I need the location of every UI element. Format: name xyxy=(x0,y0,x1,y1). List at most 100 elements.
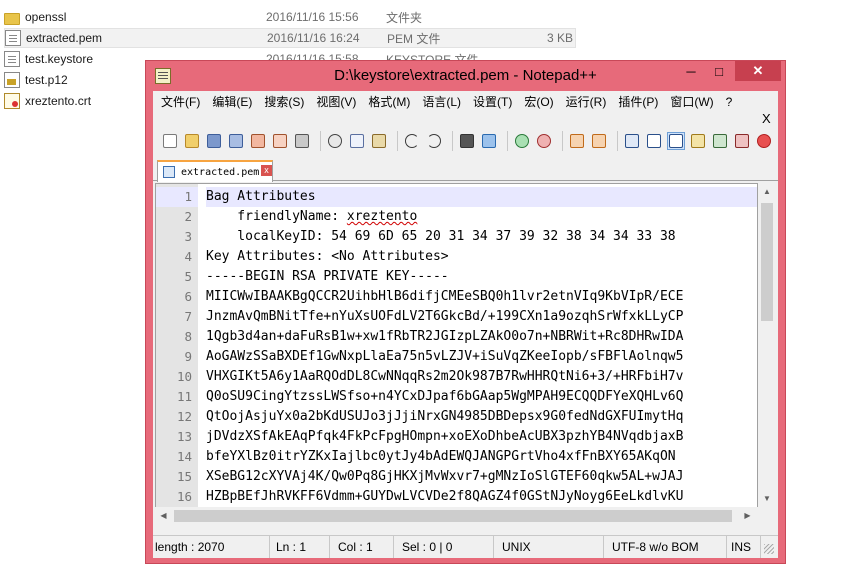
file-row-openssl[interactable]: openssl 2016/11/16 15:56 文件夹 xyxy=(4,7,576,27)
menu-plugins[interactable]: 插件(P) xyxy=(612,91,664,113)
folder-icon xyxy=(4,13,20,25)
cut-icon[interactable] xyxy=(326,132,344,150)
zoom-in-icon[interactable] xyxy=(513,132,531,150)
file-type: PEM 文件 xyxy=(387,31,441,46)
redo-icon[interactable] xyxy=(425,132,443,150)
document-map-icon[interactable] xyxy=(689,132,707,150)
close-icon[interactable] xyxy=(249,132,267,150)
menu-file[interactable]: 文件(F) xyxy=(155,91,206,113)
code-line[interactable]: MIICWwIBAAKBgQCCR2UihbHlB6difjCMEeSBQ0h1… xyxy=(206,287,683,307)
code-line[interactable]: QtOojAsjuYx0a2bKdUSUJo3jJjiNrxGN4985DBDe… xyxy=(206,407,683,427)
status-encoding[interactable]: UTF-8 w/o BOM xyxy=(604,536,727,558)
save-icon[interactable] xyxy=(205,132,223,150)
save-status-icon xyxy=(163,166,175,178)
status-length: length : 2070 xyxy=(153,536,270,558)
close-document-button[interactable]: X xyxy=(762,111,771,126)
menu-view[interactable]: 视图(V) xyxy=(310,91,362,113)
find-icon[interactable] xyxy=(458,132,476,150)
p12-icon xyxy=(4,72,20,88)
tab-label: extracted.pem xyxy=(181,166,260,178)
status-column: Col : 1 xyxy=(330,536,394,558)
file-type: 文件夹 xyxy=(386,10,423,25)
close-window-button[interactable]: ✕ xyxy=(735,61,781,81)
menu-bar: 文件(F) 编辑(E) 搜索(S) 视图(V) 格式(M) 语言(L) 设置(T… xyxy=(153,91,778,113)
menu-edit[interactable]: 编辑(E) xyxy=(206,91,258,113)
scroll-thumb[interactable] xyxy=(174,510,732,522)
menu-settings[interactable]: 设置(T) xyxy=(467,91,518,113)
zoom-out-icon[interactable] xyxy=(535,132,553,150)
file-row-extracted-pem[interactable]: extracted.pem 2016/11/16 16:24 PEM 文件 3 … xyxy=(4,28,576,48)
scroll-left-icon[interactable]: ◀ xyxy=(155,507,172,525)
code-line[interactable]: AoGAWzSSaBXDEf1GwNxpLlaEa75n5vLZJV+iSuVq… xyxy=(206,347,683,367)
copy-icon[interactable] xyxy=(348,132,366,150)
line-number: 2 xyxy=(184,209,192,224)
code-line[interactable]: friendlyName: xreztento xyxy=(206,207,417,227)
toolbar-separator xyxy=(507,131,508,151)
scroll-up-icon[interactable]: ▲ xyxy=(758,183,776,200)
menu-format[interactable]: 格式(M) xyxy=(362,91,416,113)
minimize-button[interactable]: ─ xyxy=(677,61,705,81)
scroll-down-icon[interactable]: ▼ xyxy=(758,490,776,507)
menu-macro[interactable]: 宏(O) xyxy=(518,91,559,113)
undo-icon[interactable] xyxy=(403,132,421,150)
show-all-chars-icon[interactable] xyxy=(645,132,663,150)
save-all-icon[interactable] xyxy=(227,132,245,150)
vertical-scrollbar[interactable]: ▲ ▼ xyxy=(758,183,776,507)
code-line[interactable]: Q0oSU9CingYtzssLWSfso+n4YCxDJpaf6bGAap5W… xyxy=(206,387,683,407)
indent-guide-icon[interactable] xyxy=(667,132,685,150)
code-line[interactable]: jDVdzXSfAkEAqPfqk4FkPcFpgHOmpn+xoEXoDhbe… xyxy=(206,427,683,447)
code-line[interactable]: JnzmAvQmBNitTfe+nYuXsUOFdLV2T6GkcBd/+199… xyxy=(206,307,683,327)
tab-close-button[interactable]: x xyxy=(261,165,272,176)
spellcheck-word: xreztento xyxy=(346,209,418,224)
new-file-icon[interactable] xyxy=(161,132,179,150)
sync-horizontal-icon[interactable] xyxy=(590,132,608,150)
code-line[interactable]: VHXGIKt5A6y1AaRQOdDL8CwNNqqRs2m2Ok987B7R… xyxy=(206,367,683,387)
macro-record-icon[interactable] xyxy=(755,132,773,150)
paste-icon[interactable] xyxy=(370,132,388,150)
title-bar[interactable]: D:\keystore\extracted.pem - Notepad++ ─ … xyxy=(146,61,785,91)
code-line[interactable]: bfeYXlBz0itrYZKxIajlbc0ytJy4bAdEWQJANGPG… xyxy=(206,447,676,467)
close-all-icon[interactable] xyxy=(271,132,289,150)
code-line[interactable]: Bag Attributes xyxy=(206,187,757,207)
tab-extracted-pem[interactable]: extracted.pem x xyxy=(157,160,273,182)
code-line[interactable]: XSeBG12cXYVAj4K/Qw0Pq8GjHKXjMvWxvr7+gMNz… xyxy=(206,467,683,487)
menu-language[interactable]: 语言(L) xyxy=(416,91,467,113)
status-selection: Sel : 0 | 0 xyxy=(394,536,494,558)
notepad-plus-plus-window: D:\keystore\extracted.pem - Notepad++ ─ … xyxy=(145,60,786,564)
line-number: 11 xyxy=(176,389,192,404)
code-line[interactable]: -----BEGIN RSA PRIVATE KEY----- xyxy=(206,267,449,287)
function-list-icon[interactable] xyxy=(711,132,729,150)
line-number-gutter: 1234567891011121314151617 xyxy=(156,184,198,514)
line-number: 7 xyxy=(184,309,192,324)
code-line[interactable]: HZBpBEfJhRVKFF6Vdmm+GUYDwLVCVDe2f8QAGZ4f… xyxy=(206,487,683,507)
menu-search[interactable]: 搜索(S) xyxy=(258,91,310,113)
replace-icon[interactable] xyxy=(480,132,498,150)
code-area[interactable]: Bag Attributes friendlyName: xreztento l… xyxy=(206,184,757,514)
line-number: 3 xyxy=(184,229,192,244)
menu-window[interactable]: 窗口(W) xyxy=(664,91,719,113)
code-line[interactable]: Key Attributes: <No Attributes> xyxy=(206,247,449,267)
code-line[interactable]: 1Qgb3d4an+daFuRsB1w+xw1fRbTR2JGIzpLZAkO0… xyxy=(206,327,683,347)
horizontal-scrollbar[interactable]: ◀ ▶ xyxy=(155,507,758,525)
menu-run[interactable]: 运行(R) xyxy=(560,91,613,113)
word-wrap-icon[interactable] xyxy=(623,132,641,150)
line-number: 6 xyxy=(184,289,192,304)
text-editor[interactable]: 1234567891011121314151617 Bag Attributes… xyxy=(155,183,758,515)
maximize-button[interactable]: □ xyxy=(705,61,733,81)
line-number: 13 xyxy=(176,429,192,444)
scroll-thumb[interactable] xyxy=(761,203,773,321)
status-insert-mode[interactable]: INS xyxy=(727,536,761,558)
toolbar-separator xyxy=(452,131,453,151)
menu-help[interactable]: ? xyxy=(720,91,739,113)
open-file-icon[interactable] xyxy=(183,132,201,150)
scroll-right-icon[interactable]: ▶ xyxy=(739,507,756,525)
code-line[interactable]: localKeyID: 54 69 6D 65 20 31 34 37 39 3… xyxy=(206,227,675,247)
toolbar-separator xyxy=(562,131,563,151)
status-eol[interactable]: UNIX xyxy=(494,536,604,558)
sync-vertical-icon[interactable] xyxy=(568,132,586,150)
resize-grip-icon[interactable] xyxy=(764,544,774,554)
folder-as-workspace-icon[interactable] xyxy=(733,132,751,150)
line-number: 10 xyxy=(176,369,192,384)
print-icon[interactable] xyxy=(293,132,311,150)
line-number: 16 xyxy=(176,489,192,504)
